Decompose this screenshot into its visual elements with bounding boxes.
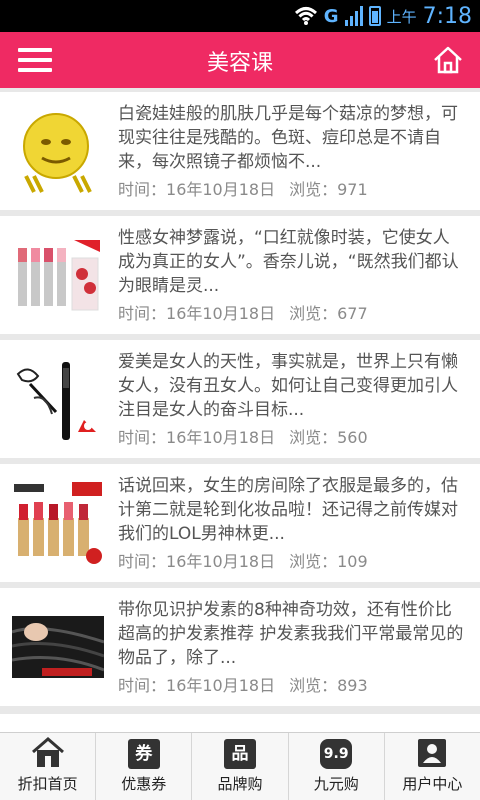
article-summary: 爱美是女人的天性，事实就是，世界上只有懒女人，没有丑女人。如何让自己变得更加引人… [118,352,458,420]
tab-nine-yuan[interactable]: 9.9 九元购 [289,733,385,800]
article-summary: 带你见识护发素的8种神奇功效，还有性价比超高的护发素推荐 护发素我我们平常最常见… [118,600,464,668]
tab-label: 品牌购 [217,775,263,793]
article-meta: 时间：16年10月18日 浏览：560 [118,428,368,447]
article-date: 16年10月18日 [166,428,276,447]
tab-coupons[interactable]: 券 优惠券 [96,733,193,800]
article-item[interactable]: 白瓷娃娃般的肌肤几乎是每个菇凉的梦想，可现实往往是残酷的。色斑、痘印总是不请自来… [0,92,480,210]
article-meta: 时间：16年10月18日 浏览：109 [118,552,368,571]
article-meta: 时间：16年10月18日 浏览：893 [118,676,368,695]
tab-label: 九元购 [313,775,359,793]
tab-discount-home[interactable]: 折扣首页 [0,733,97,800]
coupon-icon: 券 [127,739,160,769]
article-item[interactable]: 带你见识护发素的8种神奇功效，还有性价比超高的护发素推荐 护发素我我们平常最常见… [0,588,480,706]
lipstick-set-image [12,478,104,570]
article-views: 971 [337,180,368,199]
tab-user-center[interactable]: 用户中心 [385,733,480,800]
hair-image [12,602,104,694]
article-meta: 时间：16年10月18日 浏览：677 [118,304,368,323]
brand-icon: 品 [224,739,256,769]
article-date: 16年10月18日 [166,676,276,695]
article-list: 白瓷娃娃般的肌肤几乎是每个菇凉的梦想，可现实往往是残酷的。色斑、痘印总是不请自来… [0,88,480,732]
article-date: 16年10月18日 [166,552,276,571]
article-summary: 话说回来，女生的房间除了衣服是最多的，估计第二就是轮到化妆品啦！还记得之前传媒对… [118,476,458,544]
app-header: 美容课 [0,32,480,88]
article-views: 677 [337,304,368,323]
tab-brand[interactable]: 品 品牌购 [192,733,289,800]
wifi-icon [294,7,317,25]
tab-label: 优惠券 [121,775,167,793]
smiley-face-image [12,106,104,198]
article-views: 109 [337,552,368,571]
lipstick-product-image [12,230,104,322]
page-title: 美容课 [206,51,273,76]
article-views: 560 [337,428,368,447]
signal-icon [344,6,363,26]
mascara-product-image [12,354,104,446]
nine-yuan-icon: 9.9 [320,739,353,769]
home-icon[interactable] [432,44,464,76]
network-type: G [323,5,339,27]
article-item[interactable]: 话说回来，女生的房间除了衣服是最多的，估计第二就是轮到化妆品啦！还记得之前传媒对… [0,464,480,582]
article-summary: 性感女神梦露说，“口红就像时装，它使女人成为真正的女人”。香奈儿说，“既然我们都… [118,228,459,296]
tab-label: 折扣首页 [17,775,78,793]
bottom-tab-bar: 折扣首页 券 优惠券 品 品牌购 9.9 九元购 用户中心 [0,732,480,800]
status-time: 7:18 [422,3,472,29]
article-summary: 白瓷娃娃般的肌肤几乎是每个菇凉的梦想，可现实往往是残酷的。色斑、痘印总是不请自来… [118,104,458,172]
article-date: 16年10月18日 [166,180,276,199]
article-item[interactable]: 爱美是女人的天性，事实就是，世界上只有懒女人，没有丑女人。如何让自己变得更加引人… [0,340,480,458]
article-item[interactable] [0,714,480,732]
battery-icon [368,6,381,26]
article-meta: 时间：16年10月18日 浏览：971 [118,180,368,199]
article-date: 16年10月18日 [166,304,276,323]
user-icon [418,739,447,767]
status-ampm: 上午 [386,7,417,26]
home-icon [31,737,64,767]
tab-label: 用户中心 [402,775,463,793]
status-bar: G 上午 7:18 [0,0,480,32]
article-views: 893 [337,676,368,695]
article-item[interactable]: 性感女神梦露说，“口红就像时装，它使女人成为真正的女人”。香奈儿说，“既然我们都… [0,216,480,334]
